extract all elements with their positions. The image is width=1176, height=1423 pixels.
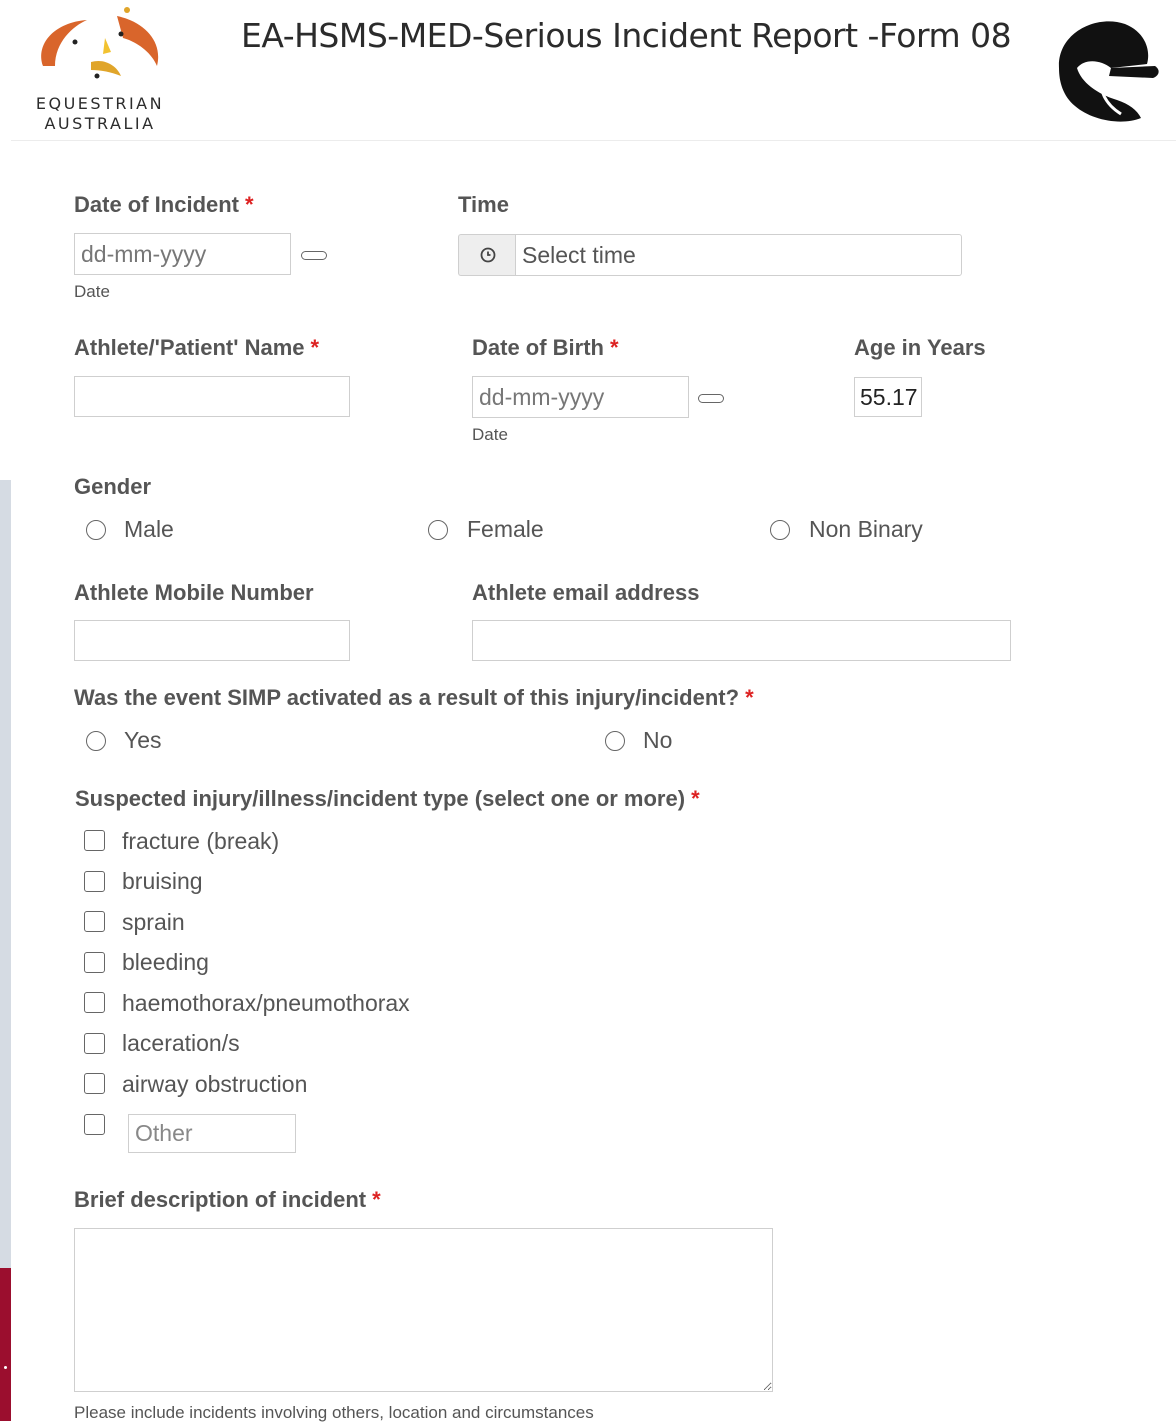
injury-laceration-label[interactable]: laceration/s [122,1030,240,1057]
injury-bleeding-checkbox[interactable] [84,952,105,973]
age-in-years-label: Age in Years [854,335,986,360]
simp-no-radio[interactable] [605,731,625,751]
email-label: Athlete email address [472,580,700,605]
left-edge-brand-strip [0,1268,11,1421]
injury-haemothorax-label[interactable]: haemothorax/pneumothorax [122,990,410,1017]
injury-airway-checkbox[interactable] [84,1073,105,1094]
calendar-toggle-icon[interactable] [301,251,327,260]
injury-other-input[interactable]: Other [128,1114,296,1153]
patient-name-label: Athlete/'Patient' Name * [74,335,320,360]
gender-female-label[interactable]: Female [467,516,544,543]
patient-name-input[interactable] [74,376,350,417]
required-mark: * [245,192,254,217]
simp-no-label[interactable]: No [643,727,672,754]
required-mark: * [372,1187,381,1212]
description-hint: Please include incidents involving other… [74,1403,594,1422]
date-of-birth-label: Date of Birth * [472,335,619,360]
clock-icon [480,247,495,263]
logo-text: EQUESTRIAN AUSTRALIA [25,94,175,134]
logo-line-2: AUSTRALIA [44,114,156,133]
injury-sprain-label[interactable]: sprain [122,909,185,936]
form-header: EQUESTRIAN AUSTRALIA EA-HSMS-MED-Serious… [11,0,1176,141]
description-textarea[interactable] [74,1228,773,1392]
simp-question-label: Was the event SIMP activated as a result… [74,685,754,710]
simp-yes-radio[interactable] [86,731,106,751]
equestrian-australia-logo: EQUESTRIAN AUSTRALIA [25,4,175,134]
injury-airway-label[interactable]: airway obstruction [122,1071,307,1098]
riding-helmet-icon [1058,21,1159,122]
left-edge-strip [0,480,11,1270]
date-of-birth-input[interactable]: dd-mm-yyyy [472,376,689,418]
time-label: Time [458,192,509,217]
injury-fracture-checkbox[interactable] [84,830,105,851]
gender-non-binary-radio[interactable] [770,520,790,540]
injury-sprain-checkbox[interactable] [84,911,105,932]
logo-mark-icon [41,7,159,79]
description-label: Brief description of incident * [74,1187,381,1212]
date-of-incident-input[interactable]: dd-mm-yyyy [74,233,291,275]
left-edge-dot [4,1366,7,1369]
date-of-incident-hint: Date [74,282,110,301]
injury-bruising-checkbox[interactable] [84,871,105,892]
date-of-birth-hint: Date [472,425,508,444]
injury-bruising-label[interactable]: bruising [122,868,203,895]
date-of-incident-label: Date of Incident * [74,192,254,217]
age-in-years-input[interactable]: 55.17 [854,377,922,417]
gender-non-binary-label[interactable]: Non Binary [809,516,923,543]
injury-laceration-checkbox[interactable] [84,1033,105,1054]
injury-bleeding-label[interactable]: bleeding [122,949,209,976]
injury-fracture-label[interactable]: fracture (break) [122,828,279,855]
logo-line-1: EQUESTRIAN [35,94,165,113]
mobile-number-label: Athlete Mobile Number [74,580,314,605]
required-mark: * [610,335,619,360]
required-mark: * [691,786,700,811]
email-input[interactable] [472,620,1011,661]
calendar-toggle-icon[interactable] [698,394,724,403]
gender-label: Gender [74,474,152,499]
time-picker-addon[interactable] [458,234,516,276]
simp-yes-label[interactable]: Yes [124,727,162,754]
gender-male-radio[interactable] [86,520,106,540]
required-mark: * [745,685,754,710]
mobile-number-input[interactable] [74,620,350,661]
injury-type-label: Suspected injury/illness/incident type (… [75,786,700,811]
injury-haemothorax-checkbox[interactable] [84,992,105,1013]
gender-female-radio[interactable] [428,520,448,540]
gender-male-label[interactable]: Male [124,516,174,543]
time-input[interactable]: Select time [515,234,962,276]
required-mark: * [310,335,320,360]
injury-other-checkbox[interactable] [84,1114,105,1135]
page-title: EA-HSMS-MED-Serious Incident Report -For… [241,16,1012,55]
